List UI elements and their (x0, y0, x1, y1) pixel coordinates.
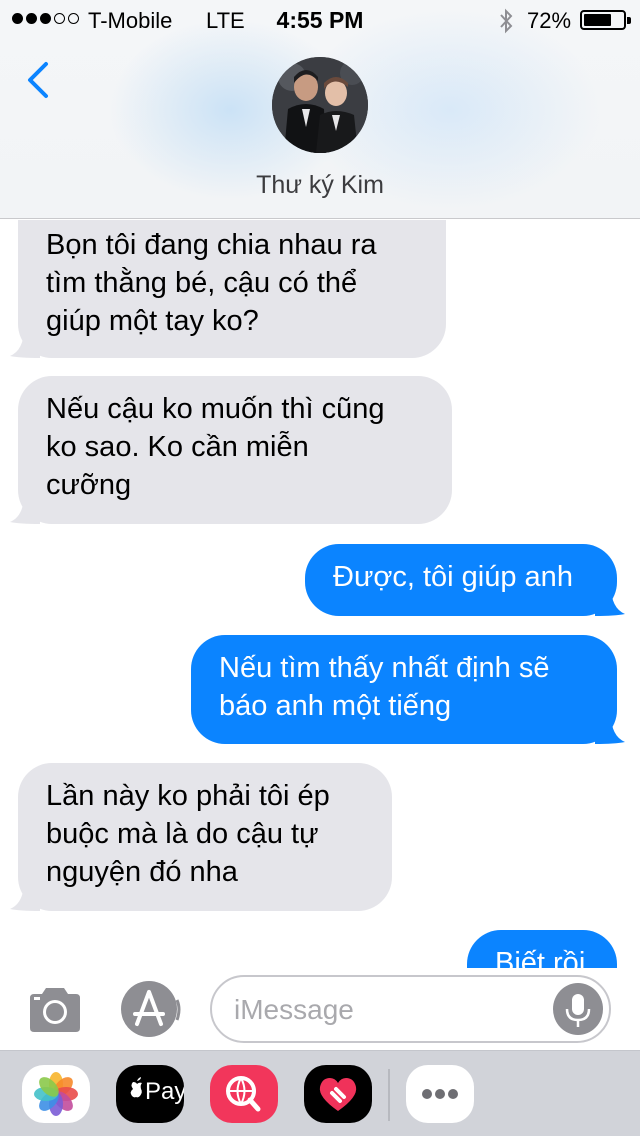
message-input[interactable]: iMessage (210, 975, 611, 1043)
message-text-line: nguyện đó nha (46, 856, 238, 888)
message-text-line: ko sao. Ko cần miễn (46, 431, 309, 463)
search-images-app-icon[interactable] (210, 1065, 278, 1123)
message-text-line: tìm thằng bé, cậu có thể (46, 267, 358, 299)
chevron-left-icon[interactable] (24, 58, 54, 102)
outgoing-message-bubble[interactable]: Nếu tìm thấy nhất định sẽ báo anh một ti… (191, 635, 625, 744)
message-text-line: Bọn tôi đang chia nhau ra (46, 229, 377, 261)
incoming-message-bubble[interactable]: Lần này ko phải tôi ép buộc mà là do cậu… (10, 763, 392, 911)
compose-bar: iMessage (0, 968, 640, 1050)
apple-pay-app-icon[interactable]: Pay (116, 1065, 184, 1123)
outgoing-message-bubble[interactable]: Biết rồi (467, 930, 617, 968)
bluetooth-icon (500, 8, 513, 34)
conversation-header: T-Mobile LTE 4:55 PM 72% Thư ký Kim (0, 0, 640, 219)
contact-avatar[interactable] (272, 57, 368, 153)
status-bar: T-Mobile LTE 4:55 PM 72% (0, 0, 640, 40)
incoming-message-bubble[interactable]: Nếu cậu ko muốn thì cũng ko sao. Ko cần … (10, 376, 452, 524)
camera-icon[interactable] (26, 984, 84, 1036)
message-text-line: Nếu cậu ko muốn thì cũng (46, 393, 385, 425)
battery-icon (580, 10, 631, 30)
photos-app-icon[interactable] (22, 1065, 90, 1123)
message-text-line: Lần này ko phải tôi ép (46, 780, 330, 812)
app-drawer-divider (388, 1069, 390, 1121)
apple-pay-label: Pay (145, 1078, 184, 1105)
message-text-line: giúp một tay ko? (46, 305, 259, 337)
microphone-icon[interactable] (553, 983, 603, 1035)
message-text-line: Được, tôi giúp anh (333, 561, 573, 593)
message-input-placeholder: iMessage (234, 994, 354, 1025)
message-text-line: báo anh một tiếng (219, 690, 452, 722)
contact-name[interactable]: Thư ký Kim (0, 171, 640, 200)
message-text-line: Nếu tìm thấy nhất định sẽ (219, 652, 550, 684)
message-text-line: Biết rồi (495, 947, 586, 968)
message-text-line: cưỡng (46, 469, 132, 501)
more-apps-icon[interactable] (406, 1065, 474, 1123)
message-text-line: buộc mà là do cậu tự (46, 818, 319, 850)
app-drawer: Pay (0, 1050, 640, 1136)
battery-percent: 72% (527, 8, 572, 33)
incoming-message-bubble[interactable]: Bọn tôi đang chia nhau ra tìm thằng bé, … (10, 220, 446, 358)
app-store-icon[interactable] (119, 980, 181, 1038)
digital-touch-app-icon[interactable] (304, 1065, 372, 1123)
message-list[interactable]: Bọn tôi đang chia nhau ra tìm thằng bé, … (0, 220, 640, 968)
outgoing-message-bubble[interactable]: Được, tôi giúp anh (305, 544, 625, 616)
